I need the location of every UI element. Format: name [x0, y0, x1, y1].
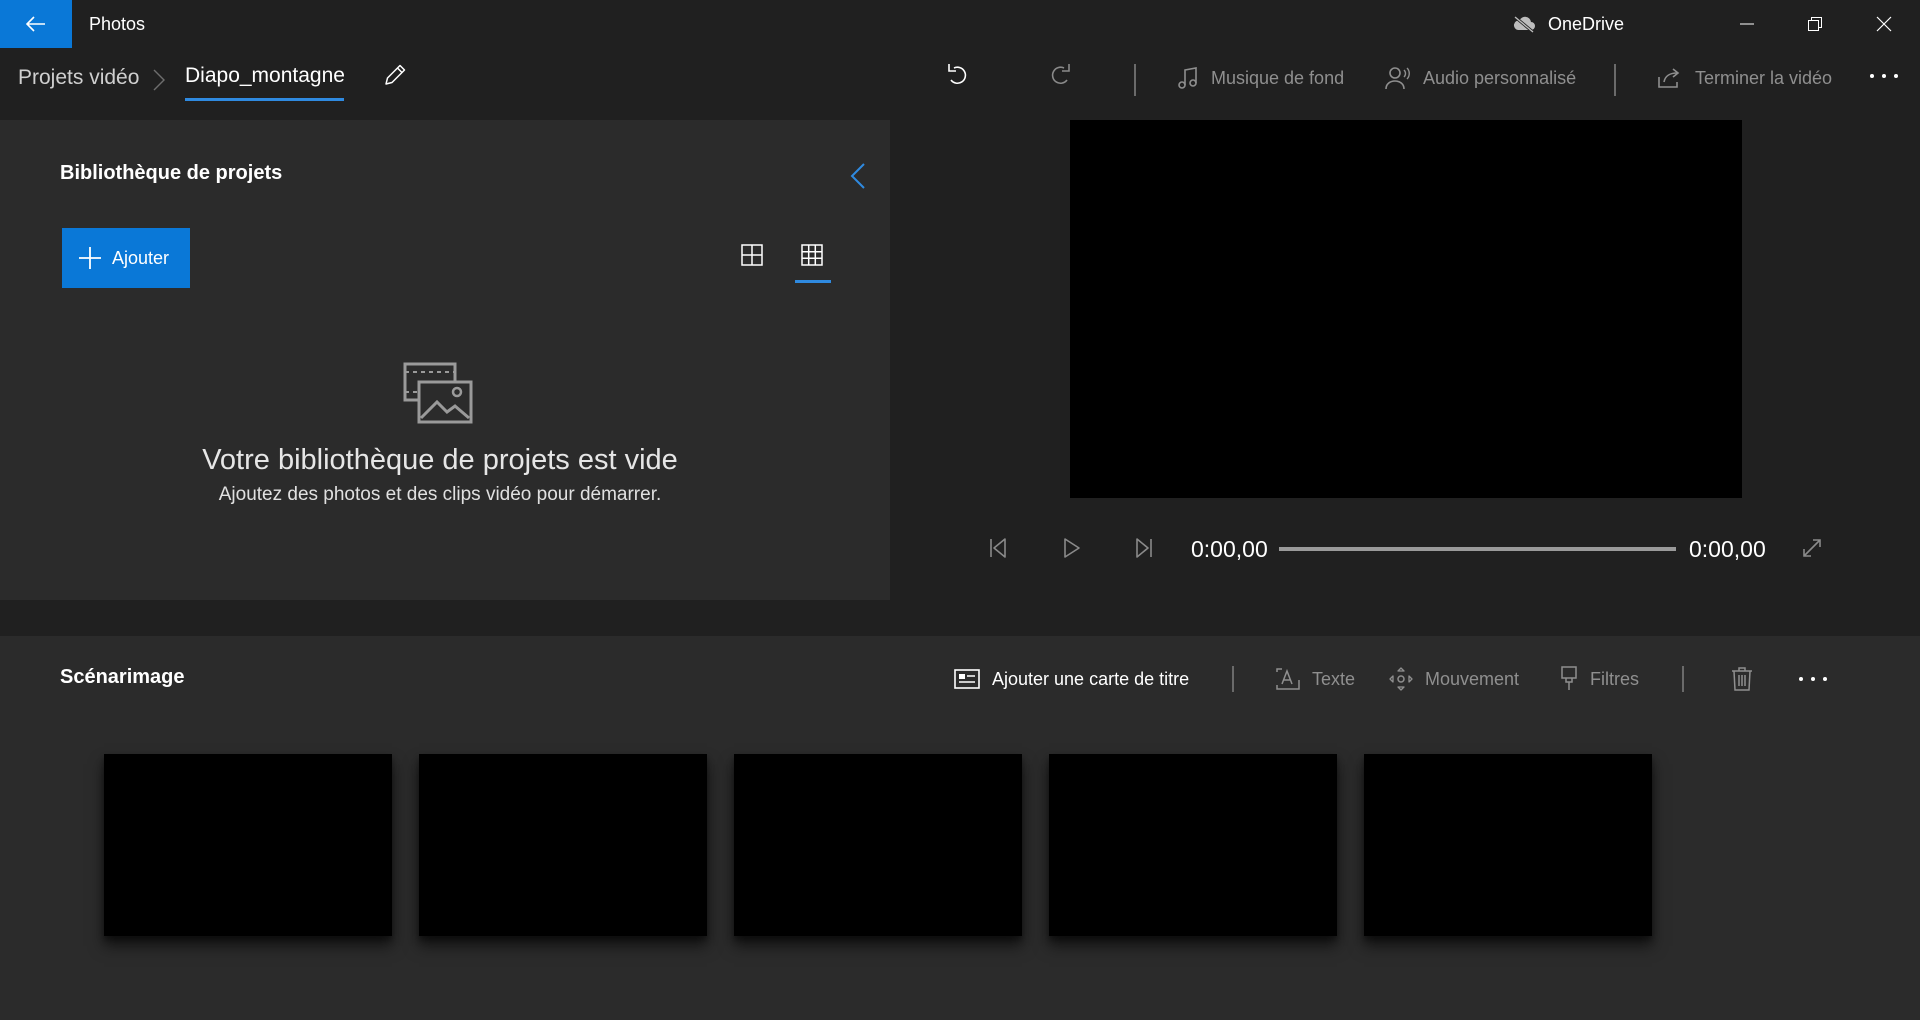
- arrow-left-icon: [26, 16, 45, 32]
- text-icon: [1276, 668, 1300, 690]
- large-grid-view-button[interactable]: [741, 244, 763, 266]
- app-title: Photos: [89, 14, 146, 34]
- project-library-panel: Bibliothèque de projets Ajouter Votre bi…: [0, 120, 890, 600]
- pencil-icon: [385, 64, 406, 85]
- storyboard-panel: Scénarimage Ajouter une carte de titre T…: [0, 636, 1920, 1020]
- title-card-icon: [954, 669, 980, 689]
- add-media-label: Ajouter: [112, 247, 170, 268]
- library-title: Bibliothèque de projets: [60, 162, 283, 184]
- toolbar-divider: [1134, 64, 1136, 96]
- project-title[interactable]: Diapo_montagne: [185, 64, 345, 88]
- background-music-button[interactable]: Musique de fond: [1177, 64, 1344, 92]
- next-frame-button[interactable]: [1135, 537, 1153, 559]
- chevron-left-icon: [850, 163, 865, 189]
- cloud-offline-icon: [1513, 15, 1535, 33]
- add-media-button[interactable]: Ajouter: [62, 228, 190, 288]
- redo-button[interactable]: [1048, 62, 1072, 88]
- plus-icon: [79, 247, 101, 269]
- filters-button[interactable]: Filtres: [1560, 664, 1639, 694]
- onedrive-status[interactable]: OneDrive: [1512, 10, 1624, 38]
- video-preview[interactable]: [1070, 120, 1742, 498]
- redo-icon: [1051, 64, 1070, 85]
- previous-frame-button[interactable]: [989, 537, 1007, 559]
- total-time: 0:00,00: [1689, 536, 1766, 562]
- add-title-card-button[interactable]: Ajouter une carte de titre: [954, 664, 1189, 694]
- back-button[interactable]: [0, 0, 72, 48]
- storyboard-clip[interactable]: [419, 754, 707, 936]
- add-title-card-label: Ajouter une carte de titre: [992, 668, 1190, 689]
- seek-bar[interactable]: [1279, 547, 1676, 551]
- undo-icon: [948, 64, 967, 85]
- title-bar: Photos OneDrive: [0, 0, 1920, 48]
- text-label: Texte: [1312, 668, 1356, 689]
- grid-small-icon: [801, 244, 823, 266]
- minimize-icon: [1740, 23, 1754, 25]
- more-icon: [1799, 677, 1827, 681]
- undo-button[interactable]: [946, 62, 970, 88]
- step-back-icon: [990, 538, 1006, 558]
- collapse-library-button[interactable]: [850, 162, 866, 190]
- empty-library-icon: [403, 362, 475, 426]
- motion-icon: [1389, 667, 1413, 691]
- delete-button[interactable]: [1731, 664, 1753, 694]
- minimize-button[interactable]: [1713, 0, 1781, 48]
- breadcrumb-root[interactable]: Projets vidéo: [18, 66, 139, 90]
- expand-icon: [1803, 539, 1821, 557]
- motion-label: Mouvement: [1425, 668, 1520, 689]
- restore-button[interactable]: [1781, 0, 1849, 48]
- motion-button[interactable]: Mouvement: [1389, 664, 1519, 694]
- storyboard-divider: [1682, 666, 1684, 692]
- storyboard-clip[interactable]: [1049, 754, 1337, 936]
- small-grid-view-button[interactable]: [801, 244, 823, 266]
- step-forward-icon: [1136, 538, 1152, 558]
- storyboard-clip[interactable]: [734, 754, 1022, 936]
- storyboard-clip[interactable]: [104, 754, 392, 936]
- trash-icon: [1732, 667, 1752, 691]
- music-note-icon: [1178, 67, 1197, 89]
- storyboard-clip[interactable]: [1364, 754, 1652, 936]
- fullscreen-button[interactable]: [1801, 537, 1823, 559]
- close-button[interactable]: [1850, 0, 1918, 48]
- storyboard-more-button[interactable]: [1797, 664, 1829, 694]
- finish-video-button[interactable]: Terminer la vidéo: [1657, 64, 1832, 92]
- storyboard-title: Scénarimage: [60, 666, 185, 688]
- restore-icon: [1808, 17, 1822, 31]
- onedrive-label: OneDrive: [1548, 13, 1625, 34]
- paint-brush-icon: [1561, 666, 1577, 690]
- person-voice-icon: [1385, 67, 1410, 90]
- grid-large-icon: [741, 244, 763, 266]
- filters-label: Filtres: [1590, 668, 1639, 689]
- active-view-indicator: [795, 280, 831, 283]
- play-button[interactable]: [1063, 537, 1081, 559]
- play-icon: [1064, 538, 1080, 558]
- empty-library-title: Votre bibliothèque de projets est vide: [202, 444, 678, 476]
- current-time: 0:00,00: [1191, 536, 1268, 562]
- finish-video-label: Terminer la vidéo: [1695, 67, 1833, 88]
- rename-button[interactable]: [382, 62, 408, 88]
- project-title-underline: [185, 98, 344, 101]
- share-icon: [1658, 68, 1680, 88]
- chevron-right-icon: [153, 69, 165, 91]
- text-button[interactable]: Texte: [1276, 664, 1355, 694]
- close-icon: [1876, 16, 1892, 32]
- custom-audio-label: Audio personnalisé: [1423, 67, 1577, 88]
- background-music-label: Musique de fond: [1211, 67, 1345, 88]
- toolbar-divider: [1614, 64, 1616, 96]
- empty-library-subtitle: Ajoutez des photos et des clips vidéo po…: [218, 484, 662, 505]
- more-icon: [1870, 74, 1898, 78]
- more-options-button[interactable]: [1868, 70, 1900, 82]
- storyboard-divider: [1232, 666, 1234, 692]
- custom-audio-button[interactable]: Audio personnalisé: [1385, 64, 1576, 92]
